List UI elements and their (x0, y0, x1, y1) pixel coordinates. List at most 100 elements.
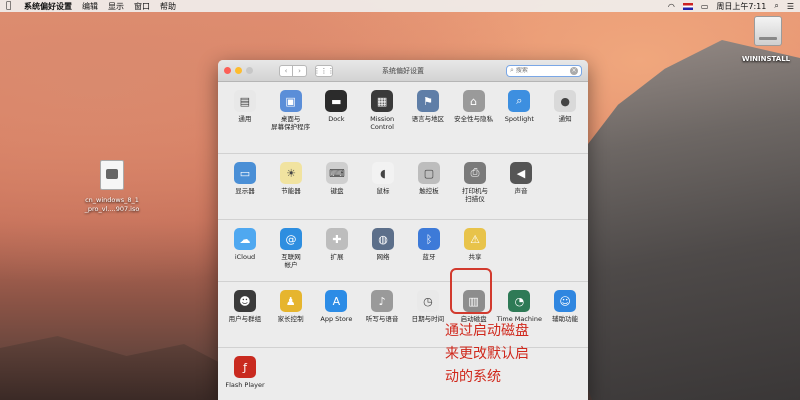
pref-pane-bluetooth[interactable]: ᛒ 蓝牙 (406, 228, 452, 281)
menu-window[interactable]: 窗口 (134, 1, 150, 12)
pref-pane-label: 蓝牙 (422, 253, 436, 261)
users-icon: ☻ (233, 290, 256, 312)
bluetooth-icon: ᛒ (418, 228, 440, 250)
pref-pane-extensions[interactable]: ✚ 扩展 (314, 228, 360, 281)
pref-pane-label: 通知 (558, 115, 572, 123)
pref-pane-notifications[interactable]: ● 通知 (542, 90, 588, 153)
pref-pane-general[interactable]: ▤ 通用 (222, 90, 268, 153)
search-field[interactable]: ⌕ × (506, 64, 582, 77)
pref-pane-label: 互联网 帐户 (281, 253, 301, 269)
back-button[interactable]: ‹ (279, 64, 293, 77)
clear-search-icon[interactable]: × (570, 66, 578, 75)
dock-icon: ▬ (325, 90, 348, 112)
sharing-icon: ⚠ (464, 228, 486, 250)
pref-pane-icloud[interactable]: ☁ iCloud (222, 228, 268, 281)
wifi-icon[interactable]: ◠ (668, 2, 675, 11)
pref-pane-label: 语言与地区 (411, 115, 445, 123)
menu-app-name[interactable]: 系统偏好设置 (24, 1, 72, 12)
iso-file-icon[interactable] (100, 160, 124, 190)
search-icon: ⌕ (510, 66, 514, 74)
pref-pane-printer[interactable]: ⎙ 打印机与 扫描仪 (452, 162, 498, 219)
pref-pane-trackpad[interactable]: ▢ 触控板 (406, 162, 452, 219)
pref-pane-label: Mission Control (370, 115, 395, 131)
mission-control-icon: ▦ (371, 90, 394, 112)
annotation-text: 通过启动磁盘 来更改默认启 动的系统 (445, 320, 555, 389)
pref-pane-label: 用户与群组 (228, 315, 262, 323)
pref-pane-label: 键盘 (330, 187, 344, 195)
prefs-section-personal: ▤ 通用 ▣ 桌面与 屏幕保护程序 ▬ Dock ▦ Mission Control ⚑ 语言与地… (218, 82, 588, 154)
pref-pane-network[interactable]: ◍ 网络 (360, 228, 406, 281)
spotlight-menu-icon[interactable]: ⌕ (774, 1, 778, 11)
pref-pane-flash-player[interactable]: ƒ Flash Player (222, 356, 268, 400)
security-icon: ⌂ (462, 90, 485, 112)
menu-bar:  系统偏好设置 编辑 显示 窗口 帮助 ◠ ▭ 周日上午7:11 ⌕ ☰ (0, 0, 800, 12)
show-all-grid-icon[interactable]: ⋮⋮⋮ (314, 64, 335, 77)
pref-pane-desktop[interactable]: ▣ 桌面与 屏幕保护程序 (268, 90, 314, 153)
annotation-line-1: 通过启动磁盘 (445, 323, 529, 339)
annotation-line-3: 动的系统 (445, 369, 501, 385)
pref-pane-sound[interactable]: ◀ 声音 (498, 162, 544, 219)
parental-controls-icon: ♟ (279, 290, 302, 312)
sound-icon: ◀ (510, 162, 532, 184)
minimize-button[interactable] (235, 67, 242, 74)
pref-pane-label: 安全性与隐私 (454, 115, 494, 123)
wininstall-disk-icon[interactable] (754, 16, 782, 46)
menu-edit[interactable]: 编辑 (82, 1, 98, 12)
pref-pane-label: 共享 (468, 253, 482, 261)
pref-pane-label: 节能器 (281, 187, 301, 195)
app-store-icon: A (325, 290, 348, 312)
prefs-section-internet: ☁ iCloud @ 互联网 帐户 ✚ 扩展 ◍ 网络 ᛒ 蓝牙 ⚠ 共享 (218, 220, 588, 282)
forward-button[interactable]: › (293, 64, 307, 77)
language-icon: ⚑ (416, 90, 439, 112)
display-icon: ▭ (234, 162, 256, 184)
iso-label-line2: _pro_vl....907.iso (84, 205, 140, 213)
network-icon: ◍ (372, 228, 394, 250)
printer-icon: ⎙ (464, 162, 486, 184)
pref-pane-language[interactable]: ⚑ 语言与地区 (405, 90, 451, 153)
menu-help[interactable]: 帮助 (160, 1, 176, 12)
battery-icon[interactable]: ▭ (701, 2, 709, 11)
pref-pane-users[interactable]: ☻ 用户与群组 (222, 290, 268, 347)
accessibility-icon: ☺ (554, 290, 577, 312)
pref-pane-display[interactable]: ▭ 显示器 (222, 162, 268, 219)
prefs-section-hardware: ▭ 显示器 ☀ 节能器 ⌨ 键盘 ◖ 鼠标 ▢ 触控板 ⎙ 打印机与 扫描仪 ◀ 声音 (218, 154, 588, 220)
energy-saver-icon: ☀ (280, 162, 302, 184)
window-titlebar[interactable]: ‹ › ⋮⋮⋮ 系统偏好设置 ⌕ × (218, 60, 588, 82)
general-icon: ▤ (233, 90, 256, 112)
annotation-line-2: 来更改默认启 (445, 346, 529, 362)
pref-pane-label: 日期与时间 (411, 315, 445, 323)
pref-pane-label: 通用 (238, 115, 252, 123)
pref-pane-keyboard[interactable]: ⌨ 键盘 (314, 162, 360, 219)
pref-pane-label: 显示器 (235, 187, 255, 195)
pref-pane-label: iCloud (234, 253, 256, 261)
pref-pane-energy-saver[interactable]: ☀ 节能器 (268, 162, 314, 219)
pref-pane-label: Dock (328, 115, 345, 123)
pref-pane-app-store[interactable]: A App Store (314, 290, 360, 347)
pref-pane-security[interactable]: ⌂ 安全性与隐私 (451, 90, 497, 153)
pref-pane-date-time[interactable]: ◷ 日期与时间 (405, 290, 451, 347)
clock[interactable]: 周日上午7:11 (716, 1, 766, 12)
pref-pane-dock[interactable]: ▬ Dock (314, 90, 360, 153)
close-button[interactable] (224, 67, 231, 74)
icloud-icon: ☁ (234, 228, 256, 250)
pref-pane-dictation[interactable]: ♪ 听写与语音 (359, 290, 405, 347)
pref-pane-spotlight[interactable]: ⌕ Spotlight (497, 90, 543, 153)
pref-pane-label: Flash Player (225, 381, 265, 389)
pref-pane-internet-accounts[interactable]: @ 互联网 帐户 (268, 228, 314, 281)
pref-pane-label: 扩展 (330, 253, 344, 261)
pref-pane-mouse[interactable]: ◖ 鼠标 (360, 162, 406, 219)
notification-center-icon[interactable]: ☰ (787, 2, 794, 11)
pref-pane-label: 触控板 (419, 187, 439, 195)
background-ridge (0, 336, 230, 400)
flash-player-icon: ƒ (234, 356, 256, 378)
search-input[interactable] (515, 67, 566, 74)
pref-pane-parental-controls[interactable]: ♟ 家长控制 (268, 290, 314, 347)
menu-view[interactable]: 显示 (108, 1, 124, 12)
zoom-button[interactable] (246, 67, 253, 74)
apple-menu-icon[interactable]:  (6, 1, 16, 11)
pref-pane-mission-control[interactable]: ▦ Mission Control (359, 90, 405, 153)
pref-pane-label: Spotlight (504, 115, 534, 123)
pref-pane-label: 网络 (376, 253, 390, 261)
pref-pane-label: 辅助功能 (552, 315, 579, 323)
input-source-flag-icon[interactable] (682, 2, 693, 10)
